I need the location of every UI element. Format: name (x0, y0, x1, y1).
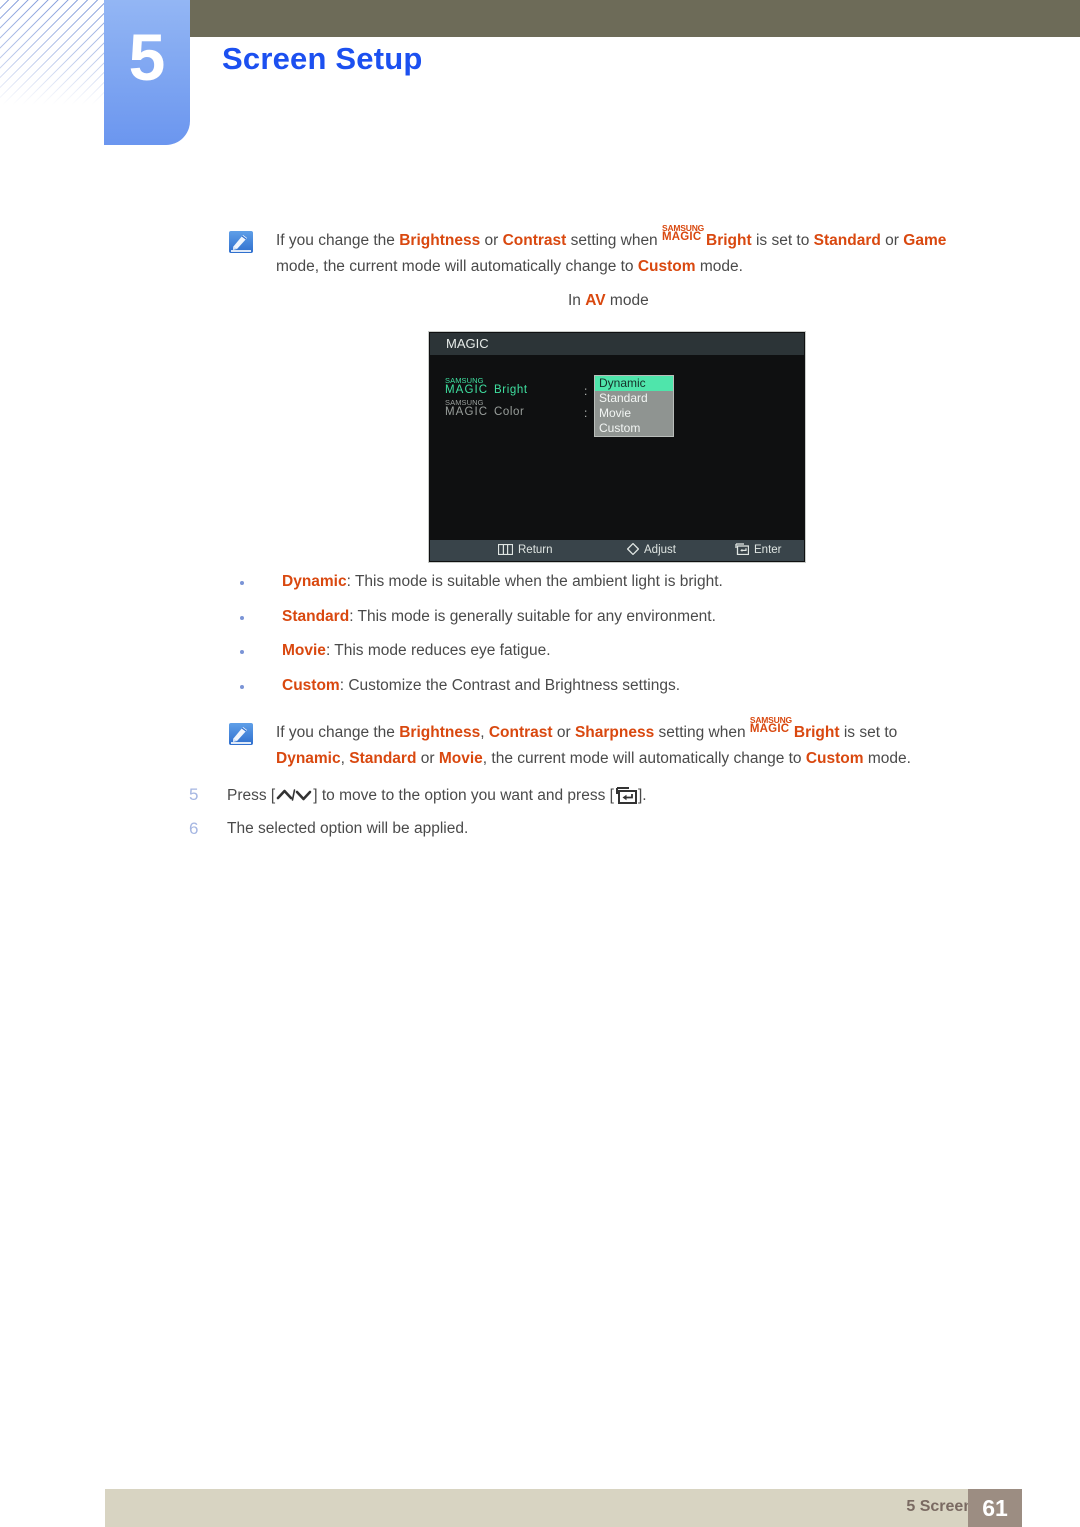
osd-row-name-bright: Bright (494, 384, 528, 396)
bullet-dot-icon (240, 650, 244, 654)
note1-text-i: or (880, 232, 904, 249)
note2-contrast: Contrast (488, 724, 553, 741)
step-5-text-b: ] to move to the option you want and pre… (313, 787, 614, 804)
note1-game: Game (903, 232, 947, 249)
osd-footer-return[interactable]: Return (497, 540, 553, 563)
osd-menu-screenshot: MAGIC SAMSUNG MAGIC Bright : SAMSUNG MAG… (428, 331, 806, 563)
note1-text-a: If you change the (276, 232, 400, 249)
header-bar (186, 0, 1080, 37)
bullet-desc-custom: : Customize the Contrast and Brightness … (339, 677, 681, 694)
osd-footer-adjust-label: Adjust (644, 544, 676, 556)
osd-footer-bar: Return Adjust Enter (430, 540, 804, 561)
note2-bright: Bright (793, 724, 840, 741)
step-6-number: 6 (189, 819, 199, 838)
note1-contrast: Contrast (502, 232, 567, 249)
osd-footer-enter[interactable]: Enter (735, 540, 782, 563)
up-down-arrows-key-icon (276, 787, 312, 808)
magic-logo-text: MAGIC (662, 231, 702, 243)
header-hatch-decoration (0, 0, 112, 105)
osd-row-name-color: Color (494, 406, 525, 418)
footer-bar (105, 1489, 1022, 1527)
samsung-magic-logo: SAMSUNG MAGIC (662, 224, 706, 247)
osd-body: SAMSUNG MAGIC Bright : SAMSUNG MAGIC Col… (429, 355, 805, 534)
note2-standard: Standard (349, 750, 417, 767)
osd-option-standard[interactable]: Standard (595, 391, 673, 406)
bullet-desc-movie: : This mode reduces eye fatigue. (325, 642, 551, 659)
note1-line2-c: mode. (695, 258, 743, 275)
note-pencil-icon (229, 723, 253, 745)
note1-standard: Standard (813, 232, 881, 249)
osd-row-magiccolor[interactable]: SAMSUNG MAGIC Color (445, 399, 555, 424)
note1-text-e: setting when (566, 232, 662, 249)
diamond-adjust-icon (626, 542, 640, 563)
samsung-magic-logo: SAMSUNG MAGIC (749, 716, 794, 739)
osd-option-dropdown[interactable]: Dynamic Standard Movie Custom (594, 375, 674, 437)
bullet-term-standard: Standard (282, 608, 350, 625)
note1-line2-a: mode, the current mode will automaticall… (276, 258, 638, 275)
note1-text-c: or (480, 232, 503, 249)
osd-magic-label-1: MAGIC (445, 384, 489, 396)
osd-title: MAGIC (430, 333, 804, 355)
bullet-dot-icon (240, 685, 244, 689)
note2-line2-d: or (416, 750, 439, 767)
osd-footer-return-label: Return (518, 544, 553, 556)
note-paragraph-2: If you change the Brightness, Contrast o… (276, 716, 1016, 772)
note2-movie: Movie (438, 750, 483, 767)
note2-custom: Custom (805, 750, 864, 767)
note1-brightness: Brightness (399, 232, 481, 249)
note2-dynamic: Dynamic (276, 750, 341, 767)
step-5-text-a: Press [ (227, 787, 276, 804)
note2-line2-h: mode. (863, 750, 911, 767)
osd-colon-1: : (584, 384, 588, 398)
note2-brightness: Brightness (399, 724, 481, 741)
bullet-dot-icon (240, 581, 244, 585)
note2-text-a: If you change the (276, 724, 400, 741)
note-paragraph-1: If you change the Brightness or Contrast… (276, 224, 1016, 280)
bullet-desc-dynamic: : This mode is suitable when the ambient… (346, 573, 723, 590)
note2-text-g: setting when (654, 724, 750, 741)
note2-text-i: is set to (839, 724, 898, 741)
osd-option-dynamic[interactable]: Dynamic (595, 376, 673, 391)
bullet-term-dynamic: Dynamic (282, 573, 347, 590)
page-number-badge: 61 (968, 1489, 1022, 1527)
step-5-number: 5 (189, 785, 199, 804)
note2-sharpness: Sharpness (574, 724, 655, 741)
enter-key-icon (615, 786, 637, 809)
bullet-dot-icon (240, 616, 244, 620)
note2-line2-b: , (340, 750, 350, 767)
osd-footer-adjust[interactable]: Adjust (626, 540, 676, 563)
bullet-term-custom: Custom (282, 677, 340, 694)
step-5-text: Press [ ] to move to the option you want … (227, 786, 647, 809)
magic-logo-text: MAGIC (749, 723, 790, 735)
note1-custom: Custom (637, 258, 696, 275)
av-mode-line: In AV mode (568, 292, 649, 310)
step-6-text: The selected option will be applied. (227, 820, 469, 837)
osd-footer-enter-label: Enter (754, 544, 782, 556)
note1-bright: Bright (706, 232, 752, 249)
enter-key-icon (735, 542, 750, 563)
chapter-number: 5 (128, 20, 166, 94)
osd-magic-label-2: MAGIC (445, 406, 489, 418)
av-suffix: mode (605, 292, 649, 309)
av-prefix: In (568, 292, 586, 309)
page-title: Screen Setup (222, 41, 423, 76)
av-mode-label: AV (585, 292, 606, 309)
note-pencil-icon (229, 231, 253, 253)
bullet-desc-standard: : This mode is generally suitable for an… (349, 608, 716, 625)
menu-bars-icon (497, 542, 514, 563)
osd-colon-2: : (584, 406, 588, 420)
note2-text-c: , (480, 724, 489, 741)
bullet-term-movie: Movie (282, 642, 326, 659)
note2-line2-f: , the current mode will automatically ch… (482, 750, 806, 767)
step-5-text-c: ]. (637, 787, 647, 804)
note2-text-e: or (552, 724, 575, 741)
osd-option-movie[interactable]: Movie (595, 406, 673, 421)
chapter-number-badge: 5 (104, 0, 190, 145)
note1-text-g: is set to (751, 232, 814, 249)
osd-option-custom[interactable]: Custom (595, 421, 673, 436)
